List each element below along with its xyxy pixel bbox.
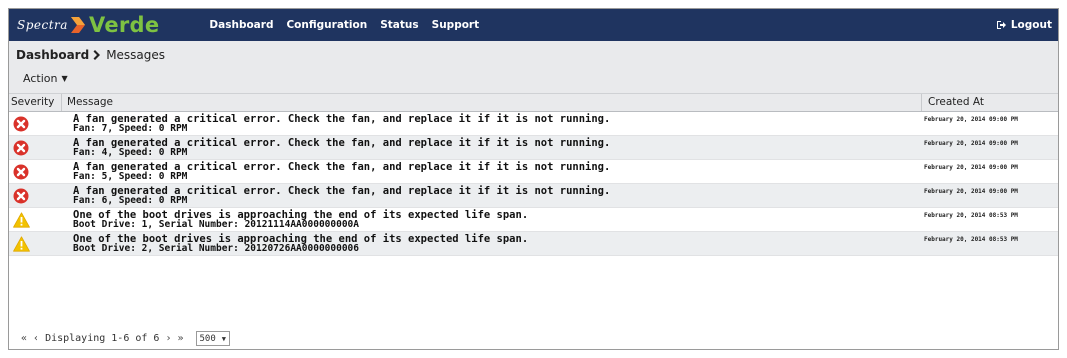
breadcrumb-area: Dashboard Messages Action ▼ [9,41,1058,94]
table-header: Severity Message Created At [9,94,1058,112]
severity-cell [9,184,62,207]
breadcrumb-dashboard[interactable]: Dashboard [16,48,89,62]
logo-verde-text: Verde [88,13,160,37]
created-at-cell: February 20, 2014 08:53 PM [924,212,1018,219]
created-at-cell: February 20, 2014 09:00 PM [924,164,1018,171]
table-row[interactable]: A fan generated a critical error. Check … [9,184,1058,208]
message-cell: A fan generated a critical error. Check … [62,112,922,135]
message-detail: Boot Drive: 2, Serial Number: 20120726AA… [73,243,359,254]
message-text: A fan generated a critical error. Check … [73,137,611,149]
caret-down-icon: ▼ [221,334,226,343]
header-message[interactable]: Message [62,94,922,111]
nav-dashboard[interactable]: Dashboard [209,19,273,31]
pagination: « ‹ Displaying 1-6 of 6 › » 500 ▼ [21,331,230,346]
created-at-cell: February 20, 2014 09:00 PM [924,140,1018,147]
nav-support[interactable]: Support [432,19,479,31]
logo-spectra-text: Spectra [17,18,68,32]
message-cell: A fan generated a critical error. Check … [62,184,922,207]
spectra-verde-logo[interactable]: Spectra Verde [17,9,159,41]
main-nav: Dashboard Configuration Status Support [209,19,492,31]
breadcrumb-messages: Messages [106,48,166,62]
pagination-status: Displaying 1-6 of 6 [45,333,160,344]
chevron-right-icon [93,50,101,60]
next-page-button[interactable]: › [165,333,171,344]
logout-icon [996,21,1006,29]
table-row[interactable]: A fan generated a critical error. Check … [9,112,1058,136]
page-size-select[interactable]: 500 ▼ [195,331,230,346]
logo-chevron-icon [70,17,85,33]
prev-page-button[interactable]: ‹ [33,333,39,344]
severity-cell [9,136,62,159]
message-text: A fan generated a critical error. Check … [73,161,611,173]
last-page-button[interactable]: » [177,333,183,344]
message-detail: Fan: 7, Speed: 0 RPM [73,123,188,134]
severity-cell [9,112,62,135]
nav-configuration[interactable]: Configuration [286,19,367,31]
table-row[interactable]: One of the boot drives is approaching th… [9,232,1058,256]
created-at-cell: February 20, 2014 09:00 PM [924,188,1018,195]
breadcrumb: Dashboard Messages [16,48,165,62]
error-icon [13,188,29,203]
action-label: Action [23,72,58,85]
message-detail: Fan: 4, Speed: 0 RPM [73,147,188,158]
created-at-cell: February 20, 2014 09:00 PM [924,116,1018,123]
warning-icon [13,235,30,252]
logout-label: Logout [1010,19,1052,31]
table-row[interactable]: One of the boot drives is approaching th… [9,208,1058,232]
message-cell: One of the boot drives is approaching th… [62,232,922,255]
logout-button[interactable]: Logout [996,9,1052,41]
message-cell: A fan generated a critical error. Check … [62,160,922,183]
message-cell: A fan generated a critical error. Check … [62,136,922,159]
first-page-button[interactable]: « [21,333,27,344]
error-icon [13,140,29,155]
top-navbar: Spectra Verde Dashboard Configuration St… [9,9,1058,41]
severity-cell [9,160,62,183]
error-icon [13,164,29,179]
app-window: Spectra Verde Dashboard Configuration St… [8,8,1059,350]
action-dropdown[interactable]: Action ▼ [23,72,68,85]
message-cell: One of the boot drives is approaching th… [62,208,922,231]
severity-cell [9,208,62,231]
message-detail: Fan: 5, Speed: 0 RPM [73,171,188,182]
header-created-at[interactable]: Created At [922,94,1058,111]
message-detail: Fan: 6, Speed: 0 RPM [73,195,188,206]
table-row[interactable]: A fan generated a critical error. Check … [9,160,1058,184]
created-at-cell: February 20, 2014 08:53 PM [924,236,1018,243]
message-text: A fan generated a critical error. Check … [73,185,611,197]
message-text: A fan generated a critical error. Check … [73,113,611,125]
error-icon [13,116,29,131]
header-severity[interactable]: Severity [9,94,62,111]
severity-cell [9,232,62,255]
message-detail: Boot Drive: 1, Serial Number: 20121114AA… [73,219,359,230]
nav-status[interactable]: Status [380,19,418,31]
warning-icon [13,211,30,228]
page-size-value: 500 [199,333,216,344]
caret-down-icon: ▼ [61,74,68,83]
table-row[interactable]: A fan generated a critical error. Check … [9,136,1058,160]
